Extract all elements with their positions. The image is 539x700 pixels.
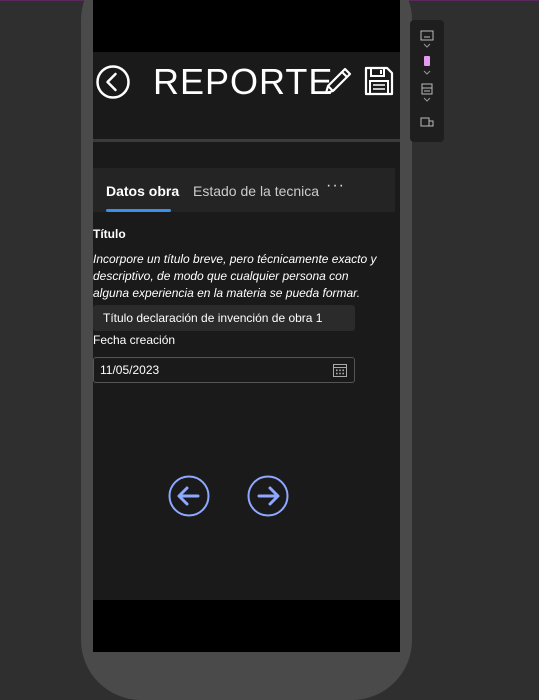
selected-tab-indicator — [106, 209, 171, 212]
arrow-left-circle-icon — [168, 475, 210, 517]
date-value: 11/05/2023 — [100, 363, 160, 377]
screen-icon[interactable] — [420, 30, 434, 42]
title-input[interactable]: Título declaración de invención de obra … — [93, 305, 355, 331]
phone-screen: REPORTE Datos obra Estado de la tecnica … — [93, 0, 400, 652]
color-swatch[interactable] — [424, 56, 430, 66]
title-field-label: Título — [93, 227, 126, 241]
rotate-device-icon[interactable] — [420, 116, 434, 128]
arrow-left-circle-icon — [96, 65, 130, 99]
floppy-disk-icon — [364, 66, 394, 96]
tab-bar: Datos obra Estado de la tecnica ··· — [93, 168, 395, 212]
back-button[interactable] — [96, 65, 130, 99]
previous-button[interactable] — [168, 475, 210, 517]
calendar-icon[interactable] — [333, 363, 347, 377]
tab-estado-tecnica[interactable]: Estado de la tecnica — [193, 182, 319, 200]
pencil-icon — [324, 67, 352, 95]
chevron-down-icon[interactable] — [420, 70, 434, 76]
keyboard-icon[interactable] — [420, 83, 434, 95]
arrow-right-circle-icon — [247, 475, 289, 517]
screen-bottom-bar — [93, 600, 400, 652]
chevron-down-icon[interactable] — [420, 97, 434, 103]
status-area — [93, 0, 400, 52]
chevron-down-icon[interactable] — [420, 43, 434, 49]
device-toolbar — [410, 20, 444, 142]
edit-button[interactable] — [322, 65, 354, 97]
save-button[interactable] — [364, 66, 394, 96]
date-field-label: Fecha creación — [93, 333, 176, 347]
date-picker[interactable]: 11/05/2023 — [93, 357, 355, 383]
tab-more-button[interactable]: ··· — [326, 177, 345, 195]
next-button[interactable] — [247, 475, 289, 517]
page-title: REPORTE — [153, 61, 334, 102]
title-field-help: Incorpore un título breve, pero técnicam… — [93, 252, 377, 300]
tab-datos-obra[interactable]: Datos obra — [106, 182, 179, 200]
header-divider — [93, 139, 400, 142]
